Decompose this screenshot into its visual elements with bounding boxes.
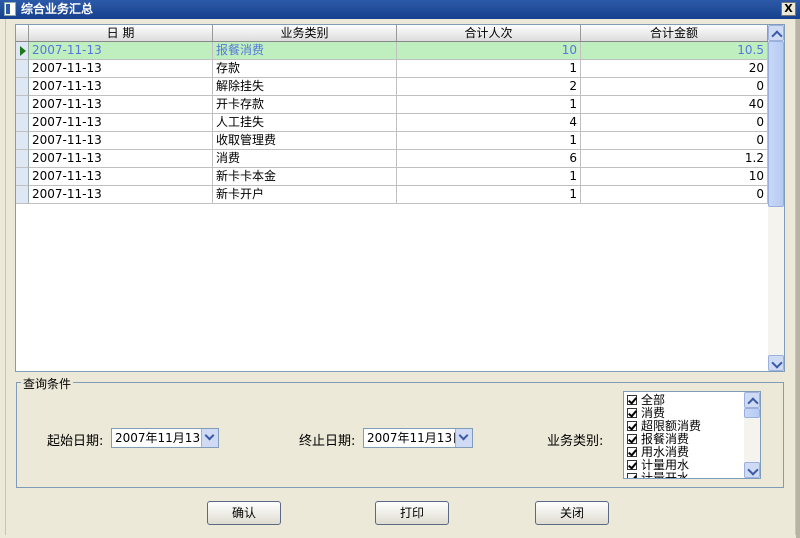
cell-amount[interactable]: 0 (581, 186, 768, 204)
row-selector[interactable] (16, 132, 29, 150)
close-window-button[interactable]: X (781, 2, 796, 16)
group-legend: 查询条件 (21, 375, 74, 392)
checklist-scroll-thumb[interactable] (744, 408, 760, 418)
cell-amount[interactable]: 10 (581, 168, 768, 186)
row-selector[interactable] (16, 96, 29, 114)
cell-count[interactable]: 6 (397, 150, 581, 168)
cell-count[interactable]: 2 (397, 78, 581, 96)
end-date-picker[interactable]: 2007年11月13日 (363, 428, 473, 448)
row-selector[interactable] (16, 78, 29, 96)
table-row[interactable]: 2007-11-13 新卡卡本金 1 10 (16, 168, 768, 186)
category-checkbox-label: 计量开水 (641, 471, 690, 479)
cell-count[interactable]: 1 (397, 132, 581, 150)
end-date-value: 2007年11月13日 (367, 431, 465, 445)
cell-count[interactable]: 1 (397, 168, 581, 186)
cell-amount[interactable]: 0 (581, 78, 768, 96)
cell-amount[interactable]: 20 (581, 60, 768, 78)
checkbox-checked-icon[interactable] (627, 408, 637, 418)
close-button[interactable]: 关闭 (535, 501, 609, 525)
cell-date[interactable]: 2007-11-13 (29, 60, 213, 78)
cell-date[interactable]: 2007-11-13 (29, 168, 213, 186)
scroll-down-button[interactable] (768, 355, 784, 371)
end-date-label: 终止日期: (299, 434, 356, 449)
category-checklist[interactable]: 全部 消费 超限额消费 报餐消费 用水消费 计量用水 计量开水 (623, 391, 761, 479)
row-selector[interactable] (16, 168, 29, 186)
chevron-down-icon[interactable] (455, 429, 472, 447)
cell-count[interactable]: 1 (397, 186, 581, 204)
row-selector[interactable] (16, 150, 29, 168)
cell-count[interactable]: 4 (397, 114, 581, 132)
cell-category[interactable]: 消费 (213, 150, 397, 168)
checkbox-checked-icon[interactable] (627, 447, 637, 457)
column-header-date[interactable]: 日 期 (29, 25, 213, 41)
row-selector[interactable] (16, 60, 29, 78)
cell-count[interactable]: 10 (397, 42, 581, 60)
checkbox-checked-icon[interactable] (627, 434, 637, 444)
cell-amount[interactable]: 10.5 (581, 42, 768, 60)
start-date-value: 2007年11月13日 (115, 431, 213, 445)
cell-category[interactable]: 新卡开户 (213, 186, 397, 204)
checkbox-checked-icon[interactable] (627, 460, 637, 470)
table-row[interactable]: 2007-11-13 解除挂失 2 0 (16, 78, 768, 96)
start-date-label: 起始日期: (47, 434, 104, 449)
row-selector[interactable] (16, 114, 29, 132)
checklist-scrollbar[interactable] (744, 392, 760, 478)
cell-category[interactable]: 开卡存款 (213, 96, 397, 114)
cell-count[interactable]: 1 (397, 96, 581, 114)
cell-date[interactable]: 2007-11-13 (29, 42, 213, 60)
cell-date[interactable]: 2007-11-13 (29, 186, 213, 204)
current-row-arrow-icon (20, 46, 26, 56)
column-header-category[interactable]: 业务类别 (213, 25, 397, 41)
cell-category[interactable]: 存款 (213, 60, 397, 78)
cell-amount[interactable]: 40 (581, 96, 768, 114)
checkbox-checked-icon[interactable] (627, 421, 637, 431)
window-title: 综合业务汇总 (21, 2, 94, 16)
table-row[interactable]: 2007-11-13 收取管理费 1 0 (16, 132, 768, 150)
grid-header: 日 期 业务类别 合计人次 合计金额 (16, 25, 768, 42)
scroll-thumb[interactable] (768, 41, 784, 207)
checklist-scroll-up-button[interactable] (744, 392, 760, 409)
confirm-button[interactable]: 确认 (207, 501, 281, 525)
checkbox-checked-icon[interactable] (627, 395, 637, 405)
summary-grid[interactable]: 日 期 业务类别 合计人次 合计金额 2007-11-13 报餐消费 10 10.5 2… (15, 24, 785, 372)
cell-category[interactable]: 解除挂失 (213, 78, 397, 96)
column-header-amount[interactable]: 合计金额 (581, 25, 768, 41)
checkbox-checked-icon[interactable] (627, 473, 637, 478)
row-selector[interactable] (16, 186, 29, 204)
column-header-count[interactable]: 合计人次 (397, 25, 581, 41)
cell-amount[interactable]: 1.2 (581, 150, 768, 168)
grid-vertical-scrollbar[interactable] (768, 25, 784, 371)
table-row[interactable]: 2007-11-13 存款 1 20 (16, 60, 768, 78)
query-conditions-group: 查询条件 起始日期: 2007年11月13日 终止日期: 2007年11月13日… (16, 375, 784, 488)
cell-category[interactable]: 收取管理费 (213, 132, 397, 150)
cell-count[interactable]: 1 (397, 60, 581, 78)
app-icon (4, 2, 16, 16)
checklist-scroll-down-button[interactable] (744, 462, 760, 478)
table-row[interactable]: 2007-11-13 人工挂失 4 0 (16, 114, 768, 132)
row-selector[interactable] (16, 42, 29, 60)
title-bar: 综合业务汇总 X (0, 0, 800, 19)
table-row[interactable]: 2007-11-13 新卡开户 1 0 (16, 186, 768, 204)
background-window-edge (796, 19, 800, 538)
row-header-corner (16, 25, 29, 41)
cell-date[interactable]: 2007-11-13 (29, 132, 213, 150)
scroll-up-button[interactable] (768, 25, 784, 42)
cell-date[interactable]: 2007-11-13 (29, 114, 213, 132)
cell-amount[interactable]: 0 (581, 114, 768, 132)
table-row[interactable]: 2007-11-13 开卡存款 1 40 (16, 96, 768, 114)
cell-amount[interactable]: 0 (581, 132, 768, 150)
cell-date[interactable]: 2007-11-13 (29, 96, 213, 114)
start-date-picker[interactable]: 2007年11月13日 (111, 428, 219, 448)
cell-date[interactable]: 2007-11-13 (29, 150, 213, 168)
table-row[interactable]: 2007-11-13 消费 6 1.2 (16, 150, 768, 168)
table-row[interactable]: 2007-11-13 报餐消费 10 10.5 (16, 42, 768, 60)
cell-category[interactable]: 报餐消费 (213, 42, 397, 60)
cell-date[interactable]: 2007-11-13 (29, 78, 213, 96)
print-button[interactable]: 打印 (375, 501, 449, 525)
cell-category[interactable]: 人工挂失 (213, 114, 397, 132)
cell-category[interactable]: 新卡卡本金 (213, 168, 397, 186)
category-label: 业务类别: (547, 434, 604, 449)
chevron-down-icon[interactable] (201, 429, 218, 447)
